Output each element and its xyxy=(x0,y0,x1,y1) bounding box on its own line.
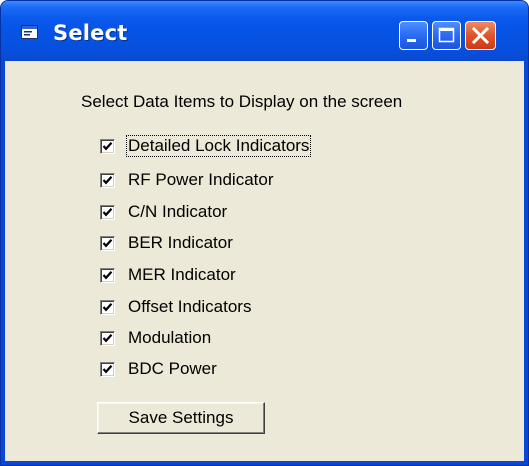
checkbox-label: RF Power Indicator xyxy=(128,170,274,189)
dialog-window: Select Select Data Items to Display on t… xyxy=(0,0,529,466)
close-button[interactable] xyxy=(465,21,496,50)
checkbox-box[interactable] xyxy=(100,300,115,315)
window-app-icon xyxy=(21,25,38,39)
checkbox-box[interactable] xyxy=(100,362,115,377)
checkmark-icon xyxy=(102,142,113,151)
dialog-heading: Select Data Items to Display on the scre… xyxy=(81,92,403,111)
checkbox-label: Offset Indicators xyxy=(128,297,252,316)
checkbox-box[interactable] xyxy=(100,236,115,251)
checkmark-icon xyxy=(102,303,113,312)
checkbox-label: BDC Power xyxy=(128,359,217,378)
checkbox-label: BER Indicator xyxy=(128,233,233,252)
checkbox-box[interactable] xyxy=(100,205,115,220)
checkmark-icon xyxy=(102,239,113,248)
dialog-client-area: Select Data Items to Display on the scre… xyxy=(5,61,524,461)
checkbox-label: Modulation xyxy=(128,328,212,347)
checkbox-label: C/N Indicator xyxy=(128,202,228,221)
minimize-button[interactable] xyxy=(399,21,428,50)
title-bar[interactable]: Select xyxy=(1,1,528,61)
maximize-button[interactable] xyxy=(432,21,461,50)
save-settings-button[interactable]: Save Settings xyxy=(97,402,265,434)
close-icon xyxy=(471,26,490,45)
checkmark-icon xyxy=(102,208,113,217)
checkmark-icon xyxy=(102,365,113,374)
checkmark-icon xyxy=(102,271,113,280)
checkmark-icon xyxy=(102,176,113,185)
window-title: Select xyxy=(53,21,128,45)
checkmark-icon xyxy=(102,334,113,343)
checkbox-label: Detailed Lock Indicators xyxy=(125,135,312,157)
checkbox-label: MER Indicator xyxy=(128,265,236,284)
checkbox-box[interactable] xyxy=(100,268,115,283)
minimize-icon xyxy=(407,39,416,42)
checkbox-box[interactable] xyxy=(100,139,115,154)
checkbox-box[interactable] xyxy=(100,173,115,188)
maximize-icon xyxy=(438,27,455,43)
checkbox-box[interactable] xyxy=(100,331,115,346)
